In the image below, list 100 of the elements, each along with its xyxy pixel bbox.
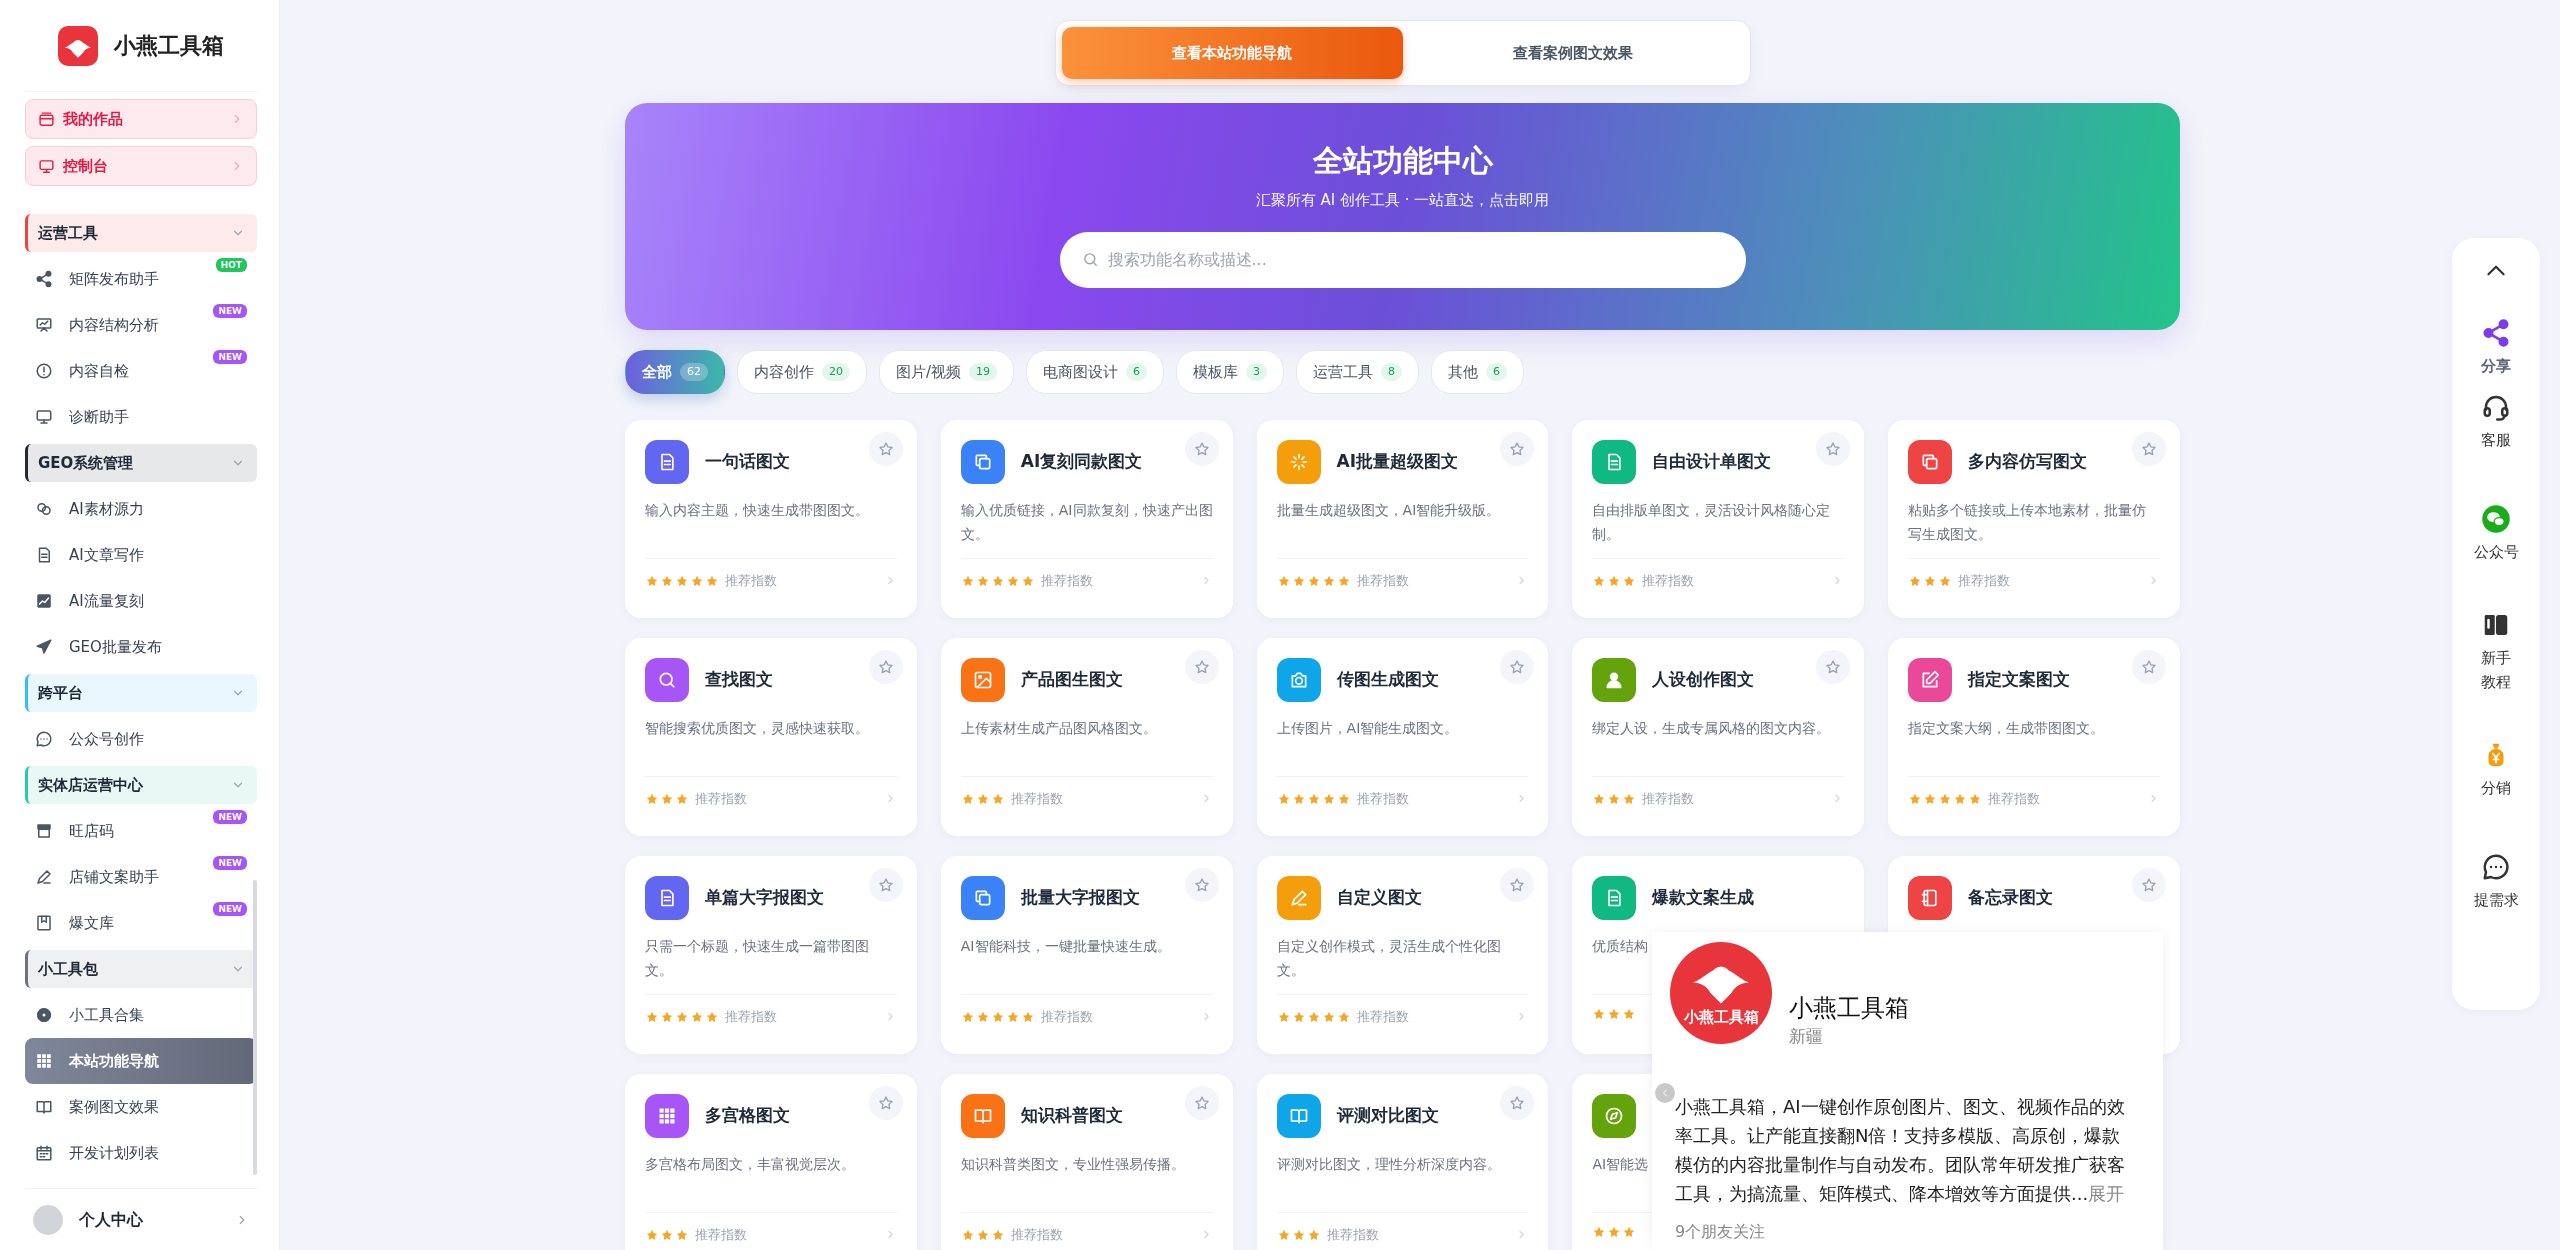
tool-card[interactable]: 单篇大字报图文 只需一个标题，快速生成一篇带图图文。 推荐指数: [625, 856, 917, 1054]
favorite-button[interactable]: [1184, 432, 1219, 466]
sidebar-item[interactable]: 内容结构分析 NEW: [25, 302, 257, 348]
back-button[interactable]: [1655, 1083, 1675, 1103]
tool-card[interactable]: AI复刻同款图文 输入优质链接，AI同款复刻，快速产出图文。 推荐指数: [940, 420, 1233, 618]
sidebar-item[interactable]: 开发计划列表: [25, 1130, 257, 1176]
filter-chip[interactable]: 图片/视频 19: [879, 350, 1015, 394]
card-description: 上传图片，AI智能生成图文。: [1276, 719, 1459, 738]
card-title: 批量大字报图文: [1020, 886, 1140, 910]
sidebar-item[interactable]: 旺店码 NEW: [25, 808, 257, 854]
share-icon: [35, 270, 53, 288]
tool-card[interactable]: 批量大字报图文 AI智能科技，一键批量快速生成。 推荐指数: [940, 856, 1233, 1054]
favorite-button[interactable]: [1816, 650, 1851, 684]
sidebar-group-header[interactable]: 实体店运营中心: [25, 766, 257, 804]
tool-card[interactable]: 指定文案图文 指定文案大纲，生成带图图文。 推荐指数: [1888, 638, 2180, 836]
favorite-button[interactable]: [868, 1086, 903, 1120]
favorite-button[interactable]: [1184, 1086, 1219, 1120]
favorite-button[interactable]: [1500, 1086, 1535, 1120]
chat-bubble-icon: [2481, 852, 2511, 882]
tool-card[interactable]: 评测对比图文 评测对比图文，理性分析深度内容。 推荐指数: [1256, 1074, 1549, 1250]
rail-button[interactable]: 分销: [2461, 740, 2531, 800]
star-icon: [877, 659, 894, 675]
favorite-button[interactable]: [1184, 868, 1219, 902]
rail-button[interactable]: 客服: [2461, 392, 2531, 452]
rail-button[interactable]: 公众号: [2461, 504, 2531, 564]
filter-chip[interactable]: 模板库 3: [1176, 350, 1285, 394]
rating-label: 推荐指数: [695, 790, 748, 808]
card-description: 自由排版单图文，灵活设计风格随心定制。: [1592, 501, 1832, 544]
sidebar-group-header[interactable]: 运营工具: [25, 214, 257, 252]
star-icon: [1193, 659, 1210, 675]
hero-title: 全站功能中心: [1311, 142, 1494, 180]
rail-button[interactable]: 新手教程: [2461, 610, 2531, 694]
tool-card[interactable]: 查找图文 智能搜索优质图文，灵感快速获取。 推荐指数: [625, 638, 917, 836]
view-tab[interactable]: 查看案例图文效果: [1402, 27, 1744, 79]
favorite-button[interactable]: [1184, 650, 1219, 684]
favorite-button[interactable]: [2132, 650, 2166, 684]
nav-button[interactable]: 控制台: [25, 146, 257, 186]
favorite-button[interactable]: [1816, 432, 1851, 466]
tool-card[interactable]: 知识科普图文 知识科普类图文，专业性强易传播。 推荐指数: [940, 1074, 1233, 1250]
filter-chip[interactable]: 全部 62: [625, 350, 725, 394]
sidebar-item[interactable]: 爆文库 NEW: [25, 900, 257, 946]
paper-plane-icon: [35, 638, 53, 656]
sidebar-item[interactable]: 案例图文效果: [25, 1084, 257, 1130]
sidebar-item[interactable]: AI流量复刻: [25, 578, 257, 624]
tool-card[interactable]: AI批量超级图文 批量生成超级图文，AI智能升级版。 推荐指数: [1256, 420, 1549, 618]
favorite-button[interactable]: [868, 868, 903, 902]
tool-card[interactable]: 自定义图文 自定义创作模式，灵活生成个性化图文。 推荐指数: [1256, 856, 1549, 1054]
tool-card[interactable]: 一句话图文 输入内容主题，快速生成带图图文。 推荐指数: [625, 420, 917, 618]
rail-button[interactable]: 提需求: [2461, 852, 2531, 912]
presentation-icon: [35, 316, 53, 334]
sidebar-item[interactable]: GEO批量发布: [25, 624, 257, 670]
sidebar-group-header[interactable]: 跨平台: [25, 674, 257, 712]
grid-icon: [35, 1052, 53, 1070]
linked-rings-icon: [35, 500, 53, 518]
sidebar-item[interactable]: AI素材源力: [25, 486, 257, 532]
sidebar-item[interactable]: 店铺文案助手 NEW: [25, 854, 257, 900]
sidebar-item[interactable]: AI文章写作: [25, 532, 257, 578]
favorite-button[interactable]: [868, 650, 903, 684]
nav-button[interactable]: 我的作品: [25, 99, 257, 139]
sidebar-item[interactable]: 诊断助手: [25, 394, 257, 440]
sidebar-item[interactable]: 小工具合集: [25, 992, 257, 1038]
tool-card[interactable]: 人设创作图文 绑定人设，生成专属风格的图文内容。 推荐指数: [1572, 638, 1865, 836]
copy-icon: [1920, 452, 1941, 472]
status-badge: NEW: [213, 350, 247, 364]
scrollbar[interactable]: [253, 880, 257, 1175]
star-icon: [1509, 877, 1526, 893]
card-description: AI智能选: [1592, 1155, 1649, 1174]
sidebar-item[interactable]: 内容自检 NEW: [25, 348, 257, 394]
filter-chip[interactable]: 内容创作 20: [737, 350, 867, 394]
sidebar-group-header[interactable]: GEO系统管理: [25, 444, 257, 482]
favorite-button[interactable]: [2132, 432, 2166, 466]
tool-card[interactable]: 产品图生图文 上传素材生成产品图风格图文。 推荐指数: [940, 638, 1233, 836]
tool-card[interactable]: 多内容仿写图文 粘贴多个链接或上传本地素材，批量仿写生成图文。 推荐指数: [1888, 420, 2180, 618]
count-badge: 19: [969, 362, 998, 382]
tool-card[interactable]: 多宫格图文 多宫格布局图文，丰富视觉层次。 推荐指数: [625, 1074, 917, 1250]
card-title: 一句话图文: [705, 450, 790, 474]
count-badge: 3: [1246, 362, 1268, 382]
card-description: 粘贴多个链接或上传本地素材，批量仿写生成图文。: [1908, 501, 2148, 544]
user-center-link[interactable]: 个人中心: [25, 1188, 257, 1250]
sidebar-item[interactable]: 矩阵发布助手 HOT: [25, 256, 257, 302]
sidebar-item[interactable]: 公众号创作: [25, 716, 257, 762]
favorite-button[interactable]: [1500, 432, 1535, 466]
favorite-button[interactable]: [1500, 650, 1535, 684]
filter-chip[interactable]: 其他 6: [1431, 350, 1525, 394]
card-description: 绑定人设，生成专属风格的图文内容。: [1592, 719, 1831, 738]
search-field[interactable]: 搜索功能名称或描述...: [1059, 231, 1746, 288]
favorite-button[interactable]: [868, 432, 903, 466]
tool-card[interactable]: 自由设计单图文 自由排版单图文，灵活设计风格随心定制。 推荐指数: [1572, 420, 1865, 618]
expand-link[interactable]: 展开: [2088, 1183, 2125, 1204]
tool-card[interactable]: 传图生成图文 上传图片，AI智能生成图文。 推荐指数: [1256, 638, 1549, 836]
favorite-button[interactable]: [1500, 868, 1535, 902]
star-icon: [1509, 441, 1526, 457]
count-badge: 62: [680, 362, 708, 382]
card-title: 爆款文案生成: [1652, 886, 1755, 910]
favorite-button[interactable]: [2132, 868, 2166, 902]
card-title: 评测对比图文: [1336, 1104, 1439, 1128]
filter-chip[interactable]: 运营工具 8: [1296, 350, 1420, 394]
filter-chip[interactable]: 电商图设计 6: [1026, 350, 1165, 394]
line-chart-icon: [35, 592, 53, 610]
rail-button[interactable]: 分享: [2461, 318, 2531, 378]
